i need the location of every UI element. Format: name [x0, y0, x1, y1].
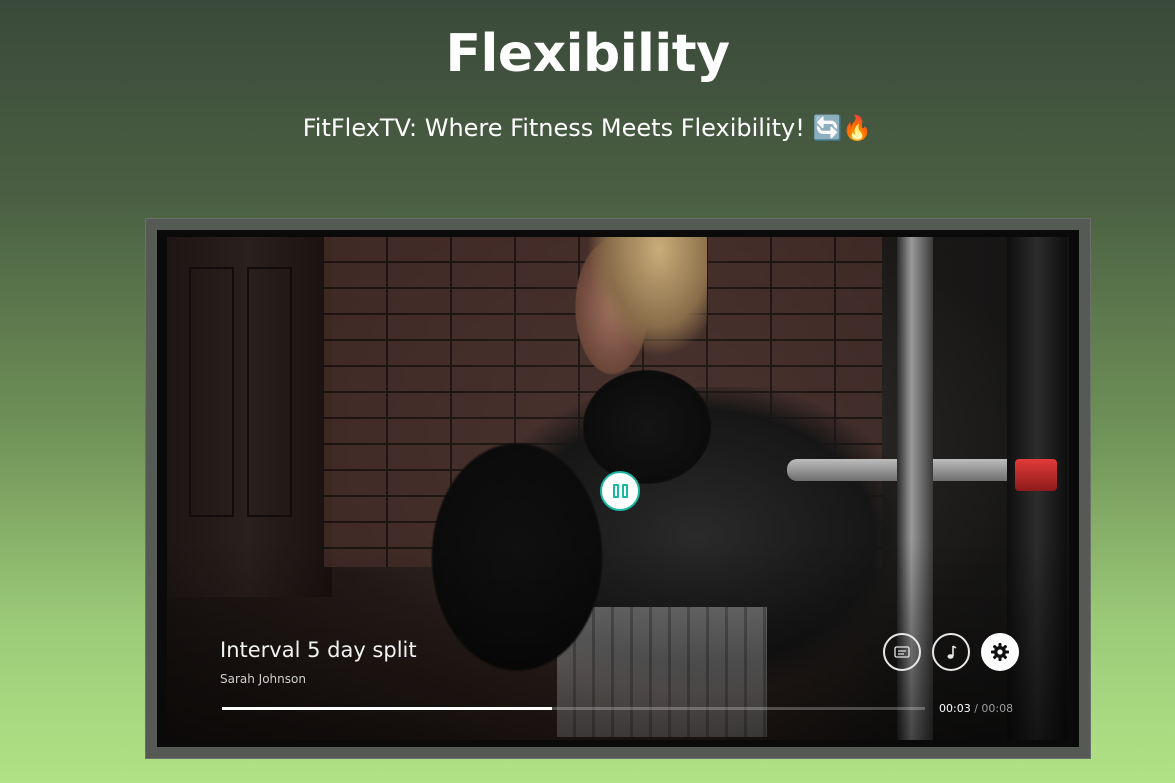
duration: 00:08 [981, 702, 1014, 715]
progress-bar-fill [222, 707, 553, 710]
pause-icon [612, 484, 619, 498]
page-title: Flexibility [445, 24, 730, 84]
play-pause-button[interactable] [600, 471, 640, 511]
pause-icon [621, 484, 628, 498]
music-note-icon [944, 644, 958, 660]
tv-bezel: Interval 5 day split Sarah Johnson 00:03… [157, 230, 1079, 747]
audio-track-button[interactable] [932, 633, 970, 671]
gear-icon [990, 642, 1010, 662]
progress-bar[interactable] [222, 707, 925, 710]
time-separator: / [974, 702, 978, 715]
video-player[interactable]: Interval 5 day split Sarah Johnson 00:03… [167, 237, 1069, 740]
page-subtitle: FitFlexTV: Where Fitness Meets Flexibili… [302, 114, 873, 142]
current-time: 00:03 [939, 702, 971, 715]
video-author: Sarah Johnson [220, 672, 306, 686]
captions-button[interactable] [883, 633, 921, 671]
time-display: 00:03 / 00:08 [939, 702, 1013, 715]
captions-icon [894, 646, 910, 658]
tv-frame: Interval 5 day split Sarah Johnson 00:03… [145, 218, 1091, 759]
settings-button[interactable] [981, 633, 1019, 671]
video-title: Interval 5 day split [220, 638, 417, 662]
